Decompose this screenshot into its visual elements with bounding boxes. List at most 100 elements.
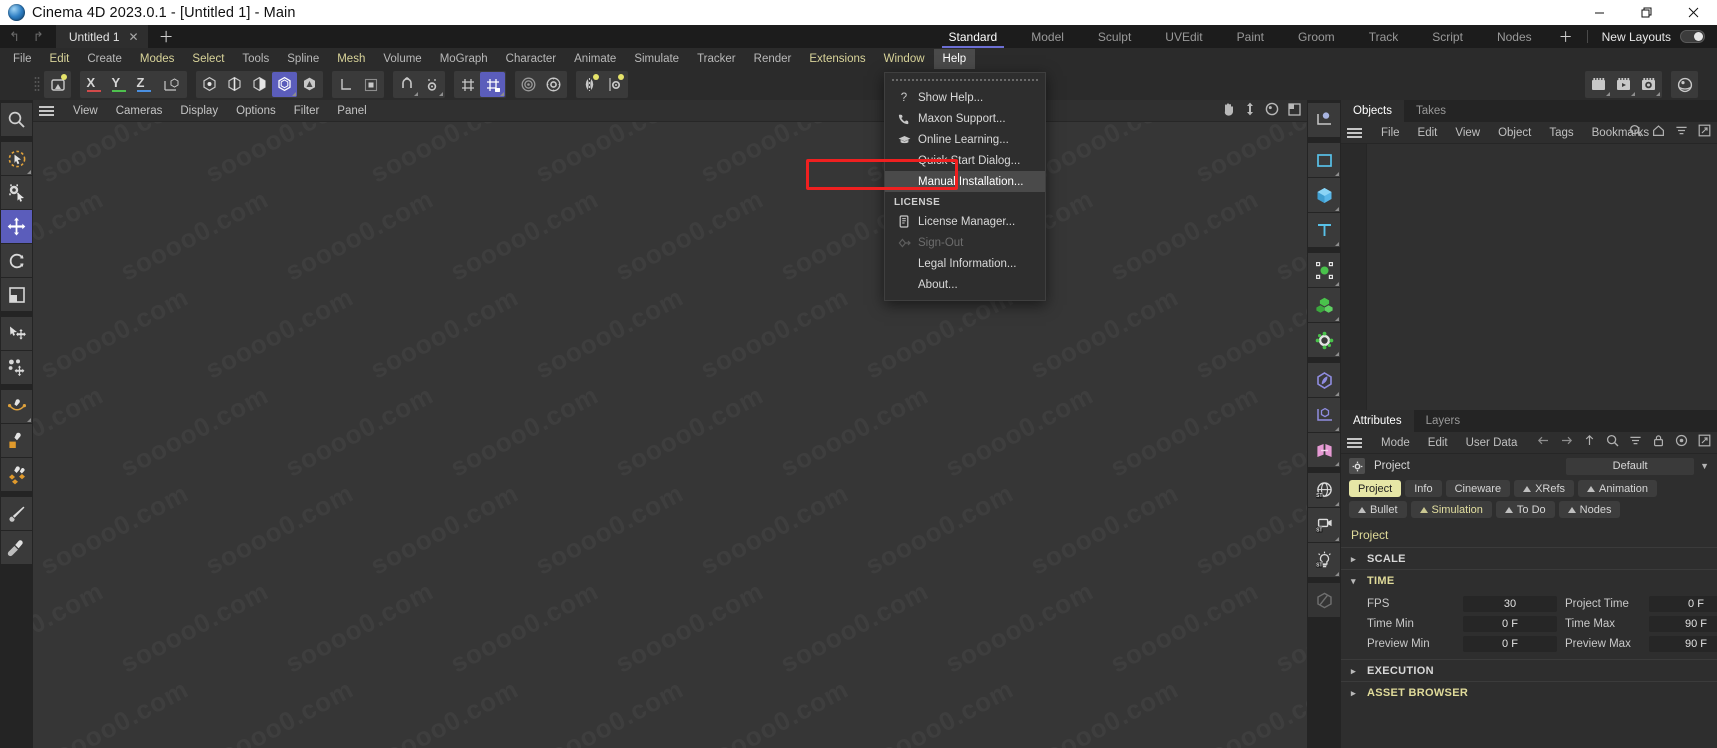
home-icon[interactable] — [1652, 124, 1665, 142]
add-null-object[interactable] — [1308, 103, 1340, 137]
layout-tab-model[interactable]: Model — [1014, 25, 1081, 48]
layout-tab-script[interactable]: Script — [1415, 25, 1480, 48]
viewport-menu-filter[interactable]: Filter — [285, 105, 329, 117]
chip-xrefs[interactable]: XRefs — [1514, 480, 1575, 497]
menu-item-manual-installation[interactable]: Manual Installation... — [885, 171, 1045, 192]
zoom-tool[interactable] — [1, 103, 32, 136]
menu-tools[interactable]: Tools — [233, 49, 278, 69]
undo-icon[interactable]: ↰ — [9, 30, 20, 43]
render-settings-icon[interactable] — [541, 72, 566, 97]
select-live-selection-icon[interactable] — [45, 72, 70, 97]
chip-nodes[interactable]: Nodes — [1558, 501, 1621, 518]
objects-list[interactable] — [1367, 144, 1717, 410]
viewport-menu-cameras[interactable]: Cameras — [107, 105, 172, 117]
chip-simulation[interactable]: Simulation — [1410, 501, 1492, 518]
orbit-icon[interactable] — [1265, 102, 1279, 119]
preset-selector[interactable]: Default ▼ — [1566, 457, 1709, 475]
transfer-tool[interactable] — [1, 317, 32, 350]
polygon-mode-icon[interactable] — [247, 72, 272, 97]
material-sphere-icon[interactable] — [1672, 72, 1697, 97]
polygon-pen-tool[interactable] — [1, 424, 32, 457]
minimize-button[interactable] — [1576, 0, 1623, 25]
move-tool[interactable] — [1, 210, 32, 243]
menu-tracker[interactable]: Tracker — [688, 49, 745, 69]
maximize-button[interactable] — [1623, 0, 1670, 25]
preview-max-input[interactable]: 90 F — [1649, 636, 1717, 652]
time-min-input[interactable]: 0 F — [1463, 616, 1557, 632]
model-mode-icon[interactable] — [272, 72, 297, 97]
sculpt-brush-tool[interactable] — [1, 458, 32, 491]
workplane-icon[interactable] — [455, 72, 480, 97]
chip-info[interactable]: Info — [1405, 480, 1442, 497]
menu-create[interactable]: Create — [78, 49, 131, 69]
viewport-3d[interactable]: soooo0.comsoooo0.comsoooo0.comsoooo0.com… — [33, 122, 1307, 748]
layout-tab-groom[interactable]: Groom — [1281, 25, 1352, 48]
viewport-menu-options[interactable]: Options — [227, 105, 285, 117]
tab-takes[interactable]: Takes — [1404, 100, 1458, 122]
world-coordinate-icon[interactable] — [333, 72, 358, 97]
selection-settings-tool[interactable] — [1, 176, 32, 209]
viewport-menu-panel[interactable]: Panel — [328, 105, 375, 117]
back-arrow-icon[interactable] — [1537, 434, 1550, 452]
chevron-down-icon[interactable]: ▼ — [1700, 461, 1709, 471]
attributes-menu-user-data[interactable]: User Data — [1457, 437, 1527, 449]
point-mode-icon[interactable] — [197, 72, 222, 97]
plus-icon[interactable]: ＋ — [148, 25, 185, 48]
filter-icon[interactable] — [1629, 434, 1642, 452]
hamburger-icon[interactable] — [1347, 437, 1362, 448]
close-button[interactable] — [1670, 0, 1717, 25]
menu-tearoff-handle[interactable] — [891, 77, 1039, 83]
add-cube-primitive[interactable] — [1308, 178, 1340, 212]
menu-item-quick-start-dialog[interactable]: Quick Start Dialog... — [885, 150, 1045, 171]
lock-icon[interactable] — [1652, 434, 1665, 452]
menu-character[interactable]: Character — [497, 49, 566, 69]
layout-tab-track[interactable]: Track — [1352, 25, 1416, 48]
add-light[interactable]: ST — [1308, 543, 1340, 577]
viewport-menu-display[interactable]: Display — [171, 105, 227, 117]
add-array[interactable] — [1308, 288, 1340, 322]
close-icon[interactable]: ✕ — [129, 30, 139, 44]
pan-hand-icon[interactable] — [1221, 102, 1235, 119]
chip-to-do[interactable]: To Do — [1495, 501, 1555, 518]
expand-icon[interactable] — [1698, 124, 1711, 142]
dolly-icon[interactable] — [1244, 102, 1256, 119]
add-deformer[interactable] — [1308, 323, 1340, 357]
live-selection-tool[interactable] — [1, 142, 32, 175]
menu-extensions[interactable]: Extensions — [800, 49, 874, 69]
snap-magnet-icon[interactable] — [394, 72, 419, 97]
menu-simulate[interactable]: Simulate — [625, 49, 688, 69]
add-generator[interactable] — [1308, 253, 1340, 287]
axis-z-icon[interactable]: Z — [131, 72, 156, 97]
layout-tab-sculpt[interactable]: Sculpt — [1081, 25, 1148, 48]
tab-objects[interactable]: Objects — [1341, 100, 1404, 122]
objects-menu-tags[interactable]: Tags — [1540, 127, 1582, 139]
help-dropdown-menu[interactable]: ? Show Help... Maxon Support... Online L… — [884, 72, 1046, 301]
time-max-input[interactable]: 90 F — [1649, 616, 1717, 632]
snap-settings-icon[interactable] — [419, 72, 444, 97]
render-to-picture-viewer-icon[interactable] — [1611, 72, 1636, 97]
section-asset-browser[interactable]: ▸ ASSET BROWSER — [1341, 681, 1717, 703]
document-tab[interactable]: Untitled 1 ✕ — [55, 25, 148, 48]
chip-animation[interactable]: Animation — [1578, 480, 1657, 497]
objects-tree[interactable] — [1341, 144, 1717, 410]
up-arrow-icon[interactable] — [1583, 434, 1596, 452]
menu-select[interactable]: Select — [183, 49, 233, 69]
objects-menu-object[interactable]: Object — [1489, 127, 1540, 139]
spline-pen-tool[interactable] — [1, 390, 32, 423]
add-camera[interactable]: ST — [1308, 508, 1340, 542]
menu-animate[interactable]: Animate — [565, 49, 625, 69]
axis-x-icon[interactable]: X — [81, 72, 106, 97]
project-time-input[interactable]: 0 F — [1649, 596, 1717, 612]
section-time[interactable]: ▾ TIME — [1341, 569, 1717, 591]
menu-item-maxon-support[interactable]: Maxon Support... — [885, 108, 1045, 129]
scale-tool[interactable] — [1, 278, 32, 311]
menu-item-show-help[interactable]: ? Show Help... — [885, 87, 1045, 108]
maximize-viewport-icon[interactable] — [1288, 102, 1301, 119]
menu-window[interactable]: Window — [875, 49, 934, 69]
chip-project[interactable]: Project — [1349, 480, 1402, 497]
render-picture-viewer-icon[interactable] — [1586, 72, 1611, 97]
section-scale[interactable]: ▸ SCALE — [1341, 547, 1717, 569]
menu-item-legal-information[interactable]: Legal Information... — [885, 253, 1045, 274]
tab-attributes[interactable]: Attributes — [1341, 410, 1414, 432]
axis-y-icon[interactable]: Y — [106, 72, 131, 97]
